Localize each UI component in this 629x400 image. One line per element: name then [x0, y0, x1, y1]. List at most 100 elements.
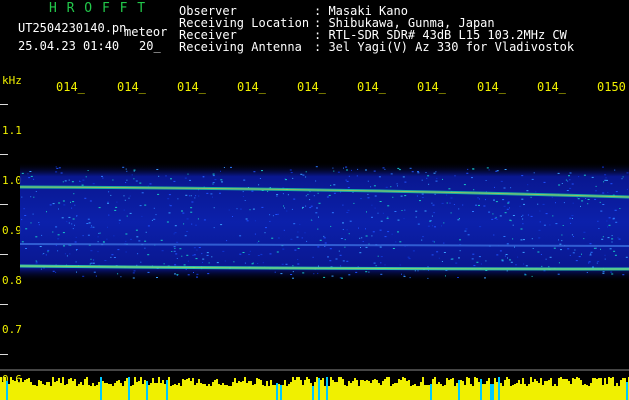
noise-speckle [509, 259, 511, 261]
noise-speckle [72, 201, 75, 203]
noise-speckle [455, 262, 458, 264]
level-bar [286, 386, 288, 400]
noise-speckle [615, 191, 618, 193]
time-label-1: 014_ [56, 80, 85, 94]
level-bar [24, 380, 26, 400]
level-bar [480, 379, 482, 400]
noise-speckle [537, 251, 540, 253]
noise-speckle [531, 275, 533, 277]
level-bar [214, 380, 216, 400]
level-bar [98, 382, 100, 400]
noise-speckle [340, 265, 342, 267]
noise-speckle [133, 169, 136, 171]
level-bar [496, 382, 498, 400]
noise-speckle [117, 273, 119, 275]
noise-speckle [549, 224, 551, 226]
level-bar [34, 385, 36, 400]
level-bar [112, 386, 114, 400]
noise-speckle [510, 187, 512, 189]
noise-speckle [261, 170, 263, 172]
noise-speckle [522, 218, 524, 220]
noise-speckle [365, 271, 368, 273]
noise-speckle [520, 228, 523, 230]
noise-speckle [602, 272, 605, 274]
level-bar [444, 385, 446, 400]
noise-speckle [122, 166, 125, 168]
time-label-9: 014_ [537, 80, 566, 94]
noise-speckle [216, 262, 219, 264]
noise-speckle [257, 263, 259, 264]
level-bar [294, 380, 296, 400]
level-bar [396, 383, 398, 400]
level-bar [132, 385, 134, 400]
noise-speckle [244, 200, 246, 201]
noise-speckle [401, 210, 403, 211]
level-bar [544, 381, 546, 400]
level-bar [518, 380, 520, 400]
noise-speckle [186, 218, 189, 220]
noise-speckle [371, 235, 373, 237]
level-bar [398, 379, 400, 400]
noise-speckle [347, 187, 350, 189]
noise-speckle [318, 265, 319, 267]
level-bar [134, 377, 136, 400]
noise-speckle [566, 190, 569, 191]
noise-speckle [85, 176, 87, 178]
level-bar [528, 384, 530, 400]
noise-speckle [506, 270, 508, 272]
noise-speckle [450, 197, 453, 199]
noise-speckle [242, 196, 244, 197]
noise-speckle [485, 260, 487, 262]
noise-speckle [133, 270, 136, 272]
noise-speckle [25, 228, 28, 230]
noise-speckle [557, 273, 560, 275]
noise-speckle [317, 192, 319, 194]
noise-speckle [242, 252, 245, 253]
level-bar [342, 379, 344, 400]
noise-speckle [523, 263, 525, 265]
noise-speckle [459, 250, 461, 252]
noise-speckle [530, 215, 533, 217]
noise-speckle [356, 175, 358, 177]
noise-speckle [458, 218, 460, 219]
level-bar [566, 379, 568, 400]
noise-speckle [348, 233, 350, 235]
noise-speckle [312, 256, 314, 258]
level-bar [288, 384, 290, 400]
level-bar [92, 383, 94, 400]
noise-speckle [421, 179, 423, 181]
level-bar [26, 379, 28, 400]
noise-speckle [607, 192, 609, 193]
noise-speckle [95, 275, 97, 277]
noise-speckle [427, 225, 430, 227]
noise-speckle [458, 208, 460, 210]
noise-speckle [438, 257, 440, 259]
noise-speckle [504, 169, 507, 170]
level-bar [484, 384, 486, 400]
noise-speckle [555, 202, 556, 204]
noise-speckle [615, 221, 618, 223]
noise-speckle [397, 219, 400, 221]
noise-speckle [610, 271, 613, 273]
noise-speckle [252, 208, 255, 210]
level-bar [482, 384, 484, 400]
noise-speckle [532, 248, 534, 249]
noise-speckle [305, 195, 307, 197]
level-bar [60, 383, 62, 400]
noise-speckle [239, 208, 242, 210]
noise-speckle [368, 271, 370, 273]
level-bar [146, 381, 148, 400]
noise-speckle [359, 252, 362, 254]
noise-speckle [42, 253, 44, 255]
level-bar [358, 386, 360, 400]
level-bar [410, 386, 412, 400]
noise-speckle [66, 255, 68, 257]
noise-speckle [133, 178, 135, 180]
noise-speckle [478, 198, 480, 200]
level-bar [456, 383, 458, 400]
noise-speckle [599, 201, 601, 203]
level-bar [252, 385, 254, 400]
noise-speckle [543, 181, 546, 183]
level-bar [436, 384, 438, 400]
level-bar [504, 380, 506, 400]
